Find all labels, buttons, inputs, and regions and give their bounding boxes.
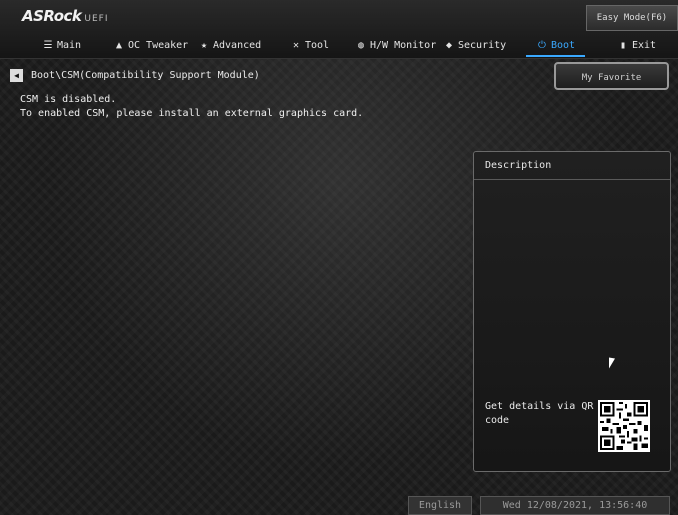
tab-main[interactable]: ☰ Main (42, 37, 82, 55)
tab-tool[interactable]: ✕ Tool (290, 37, 329, 55)
language-button[interactable]: English (408, 496, 472, 515)
back-arrow-icon[interactable]: ◀ (10, 68, 23, 82)
asrock-logo: ASRock UEFI (22, 7, 109, 25)
shield-icon: ◆ (445, 40, 453, 51)
breadcrumb-label: Boot\CSM(Compatibility Support Module) (31, 70, 260, 81)
mouse-cursor-icon (609, 357, 615, 370)
csm-message-line2: To enabled CSM, please install an extern… (20, 108, 364, 119)
qr-details-text: Get details via QR code (485, 401, 594, 426)
description-panel: Description Get details via QR code (473, 151, 671, 472)
main-menu: ☰ Main ▲ OC Tweaker ★ Advanced ✕ Tool ◍ H/W M… (0, 37, 678, 57)
tools-icon: ✕ (292, 40, 300, 51)
power-icon: ⏻ (538, 40, 546, 51)
top-bar: ASRock UEFI Easy Mode(F6) ☰ Main ▲ OC Tweak… (0, 0, 678, 59)
monitor-globe-icon: ◍ (357, 40, 365, 51)
breadcrumb: ◀ Boot\CSM(Compatibility Support Module) (10, 68, 260, 84)
tab-oc-tweaker[interactable]: ▲ OC Tweaker (113, 37, 188, 55)
easy-mode-button[interactable]: Easy Mode(F6) (586, 5, 678, 31)
list-icon: ☰ (43, 40, 53, 51)
tab-boot[interactable]: ⏻ Boot (525, 37, 586, 57)
datetime-display: Wed 12/08/2021, 13:56:40 (480, 496, 670, 515)
exit-door-icon: ▮ (619, 40, 627, 51)
qr-code-icon (598, 400, 650, 452)
tab-advanced[interactable]: ★ Advanced (198, 37, 261, 55)
description-title: Description (474, 152, 670, 180)
tab-security[interactable]: ◆ Security (443, 37, 506, 55)
tab-exit[interactable]: ▮ Exit (617, 37, 656, 55)
csm-message-line1: CSM is disabled. (20, 94, 117, 105)
star-icon: ★ (200, 40, 208, 51)
rocket-icon: ▲ (115, 40, 123, 51)
csm-message: CSM is disabled. To enabled CSM, please … (20, 93, 363, 121)
tab-hw-monitor[interactable]: ◍ H/W Monitor (355, 37, 436, 55)
my-favorite-button[interactable]: My Favorite (554, 62, 669, 90)
